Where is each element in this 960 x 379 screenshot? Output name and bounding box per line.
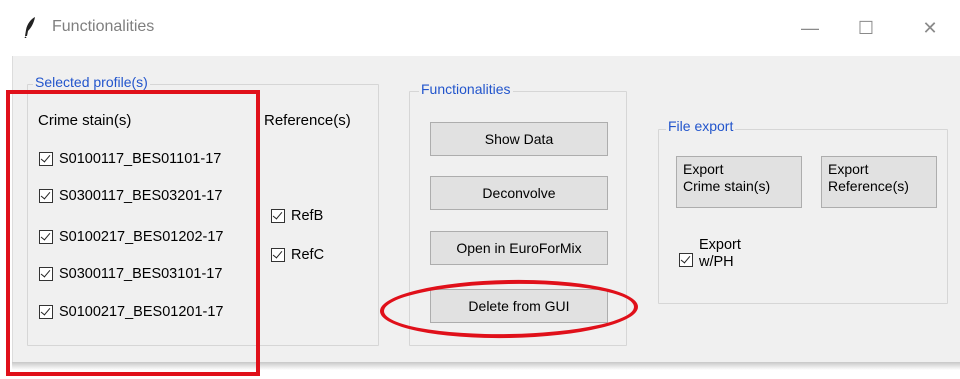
export-crime-stains-button[interactable]: Export Crime stain(s)	[676, 156, 802, 208]
export-crime-stains-line2: Crime stain(s)	[683, 178, 771, 194]
export-references-line2: Reference(s)	[828, 178, 909, 194]
minimize-button[interactable]: —	[790, 10, 830, 46]
export-references-button[interactable]: Export Reference(s)	[821, 156, 937, 208]
red-highlight-rectangle	[6, 90, 260, 376]
export-references-line1: Export	[828, 161, 869, 177]
export-with-ph-checkbox[interactable]: Export w/PH	[679, 237, 741, 271]
deconvolve-button[interactable]: Deconvolve	[430, 176, 608, 210]
title-bar: Functionalities — ☐ ✕	[0, 0, 960, 56]
reference-label: RefB	[291, 208, 324, 224]
references-header: Reference(s)	[264, 112, 351, 129]
feather-icon	[24, 17, 35, 38]
reference-label: RefC	[291, 247, 325, 263]
checkbox-checked-icon[interactable]	[679, 253, 693, 267]
checkbox-checked-icon[interactable]	[271, 209, 285, 223]
selected-profiles-legend: Selected profile(s)	[33, 74, 150, 90]
show-data-button[interactable]: Show Data	[430, 122, 608, 156]
file-export-legend: File export	[666, 118, 736, 134]
window-title: Functionalities	[52, 18, 155, 35]
open-in-euroformix-button[interactable]: Open in EuroForMix	[430, 231, 608, 265]
maximize-button[interactable]: ☐	[846, 10, 886, 46]
export-with-ph-line2: w/PH	[699, 254, 734, 270]
functionalities-legend: Functionalities	[419, 81, 513, 97]
close-button[interactable]: ✕	[910, 10, 950, 46]
export-with-ph-line1: Export	[699, 237, 741, 253]
reference-checkbox[interactable]: RefB	[271, 208, 323, 224]
reference-checkbox[interactable]: RefC	[271, 247, 324, 263]
checkbox-checked-icon[interactable]	[271, 248, 285, 262]
export-crime-stains-line1: Export	[683, 161, 724, 177]
export-with-ph-label: Export w/PH	[699, 237, 741, 271]
